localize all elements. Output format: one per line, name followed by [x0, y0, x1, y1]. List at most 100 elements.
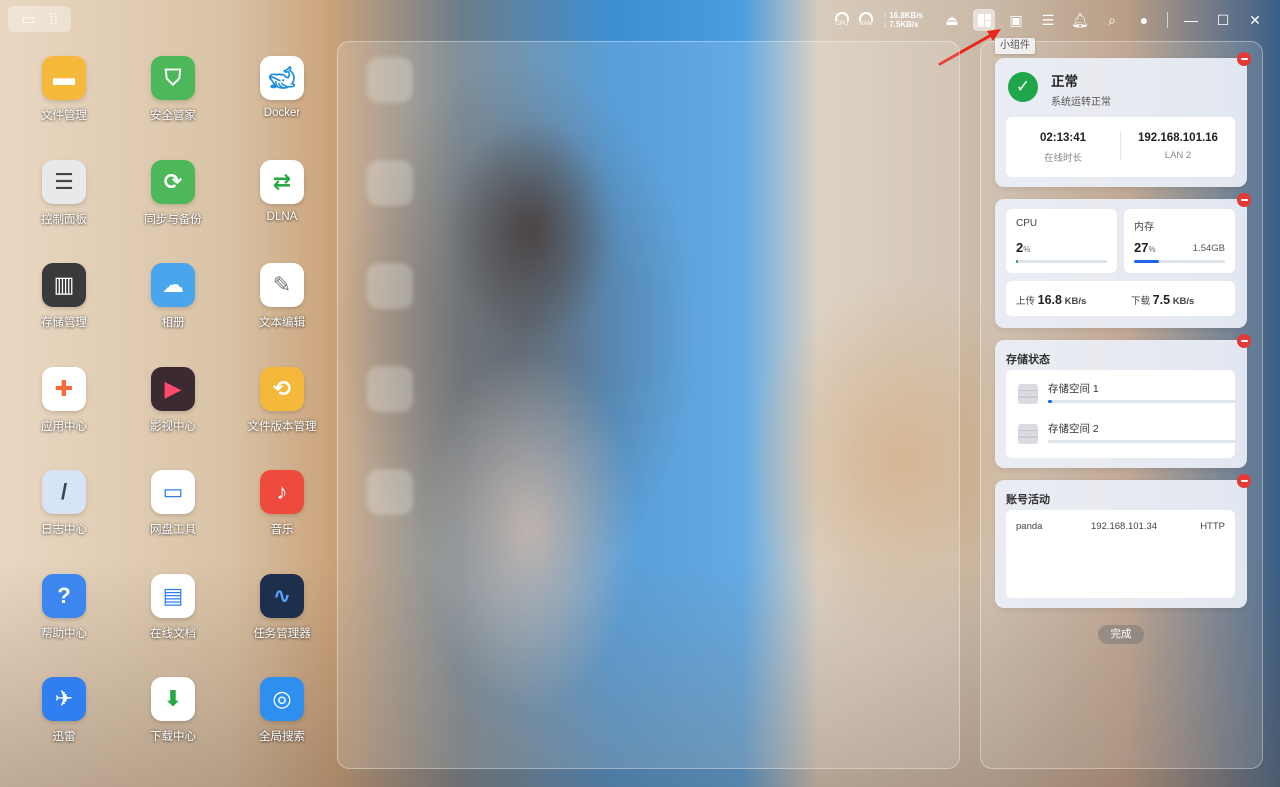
app-version[interactable]: ⟲ 文件版本管理	[232, 366, 332, 457]
cpu-tile: CPU 2%	[1006, 209, 1117, 273]
ram-gauge[interactable]: RAM	[858, 12, 873, 28]
app-document[interactable]: ▤ 在线文档	[123, 573, 223, 664]
document-icon: ▤	[151, 573, 195, 618]
app-label: 文件管理	[41, 110, 87, 122]
memory-used: 1.54GB	[1192, 243, 1225, 254]
app-sync[interactable]: ⟳ 同步与备份	[123, 159, 223, 250]
account-activity-title: 账号活动	[1006, 494, 1050, 506]
app-music[interactable]: ♪ 音乐	[232, 470, 332, 560]
app-help[interactable]: ? 帮助中心	[14, 573, 114, 664]
app-search-app[interactable]: ◎ 全局搜索	[232, 677, 332, 767]
cpu-percent: 2%	[1016, 240, 1031, 255]
storage-pool-row[interactable]: 存储空间 1	[1016, 380, 1236, 412]
bell-icon[interactable]: 🔔︎	[1069, 9, 1091, 31]
remove-widget-button[interactable]	[1237, 52, 1251, 66]
app-task-manager[interactable]: ∿ 任务管理器	[232, 573, 332, 664]
grid-icon[interactable]: ⁞⁞	[50, 12, 58, 27]
app-cloud-drive[interactable]: ▭ 网盘工具	[123, 470, 223, 560]
remove-widget-button[interactable]	[1237, 193, 1251, 207]
photo-icon: ☁	[151, 263, 195, 307]
app-sliders[interactable]: ☰ 控制面板	[14, 159, 114, 250]
widget-drop-area	[337, 41, 960, 769]
app-video[interactable]: ▶ 影视中心	[123, 366, 223, 457]
storage-list: 存储空间 1 存储空间 2	[1006, 370, 1236, 458]
resource-widget[interactable]: CPU 2% 内存 27% 1.54GB 上传 16.8 KB/s 下载 7.5…	[995, 193, 1251, 328]
app-label: 在线文档	[150, 627, 196, 640]
storage-pool-name: 存储空间 2	[1048, 423, 1099, 435]
remove-widget-button[interactable]	[1237, 334, 1251, 348]
network-tile: 上传 16.8 KB/s 下载 7.5 KB/s	[1006, 281, 1235, 316]
account-ip: 192.168.101.34	[1091, 521, 1158, 532]
storage-widget[interactable]: 存储状态 存储空间 1 存储空间 2	[995, 334, 1251, 468]
done-button[interactable]: 完成	[1098, 625, 1144, 644]
logs-icon: /	[42, 470, 86, 514]
widget-icon	[977, 13, 991, 27]
account-activity-list: panda 192.168.101.34 HTTP	[1006, 510, 1235, 598]
text-editor-icon: ✎	[260, 263, 304, 307]
monitor-icon[interactable]: ▣	[1005, 9, 1027, 31]
video-icon: ▶	[151, 366, 195, 411]
user-icon[interactable]: ●	[1133, 9, 1155, 31]
storage-pool-row[interactable]: 存储空间 2	[1016, 420, 1236, 452]
help-icon: ?	[42, 573, 86, 618]
app-label: 应用中心	[41, 420, 87, 433]
app-label: 日志中心	[41, 524, 87, 536]
status-subtitle: 系统运转正常	[1051, 97, 1111, 108]
storage-pool-name: 存储空间 1	[1048, 383, 1099, 395]
app-thunder[interactable]: ✈ 迅雷	[14, 677, 114, 767]
ghost-app-icon	[367, 366, 413, 412]
app-app-center[interactable]: ✚ 应用中心	[14, 366, 114, 457]
app-storage[interactable]: ▥ 存储管理	[14, 263, 114, 353]
version-icon: ⟲	[260, 366, 304, 411]
status-widget[interactable]: ✓ 正常 系统运转正常 02:13:41 在线时长 192.168.101.16…	[995, 52, 1251, 187]
app-label: DLNA	[266, 210, 298, 223]
download-rate: 下载 7.5 KB/s	[1131, 293, 1195, 307]
ip-value: 192.168.101.16	[1138, 132, 1218, 144]
docker-icon: 🐋︎	[260, 56, 304, 100]
cloud-drive-icon: ▭	[151, 470, 195, 514]
search-app-icon: ◎	[260, 677, 304, 721]
sync-icon: ⟳	[151, 159, 195, 204]
app-label: 文件版本管理	[247, 420, 317, 433]
folder-icon: ▬	[42, 56, 86, 100]
remove-widget-button[interactable]	[1237, 474, 1251, 488]
memory-label: 内存	[1134, 222, 1154, 233]
maximize-icon[interactable]: ☐	[1212, 9, 1234, 31]
desktop-icon[interactable]: ▭	[21, 12, 35, 27]
app-docker[interactable]: 🐋︎ Docker	[232, 56, 332, 146]
account-user: panda	[1016, 521, 1043, 532]
ghost-app-icon	[367, 160, 413, 206]
app-label: 网盘工具	[150, 524, 196, 536]
app-dlna[interactable]: ⇄ DLNA	[232, 159, 332, 250]
app-shield[interactable]: ⛉ 安全管家	[123, 56, 223, 146]
app-photo[interactable]: ☁ 相册	[123, 263, 223, 353]
account-activity-widget[interactable]: 账号活动 panda 192.168.101.34 HTTP	[995, 474, 1251, 608]
ghost-app-icon	[367, 469, 413, 515]
top-left-toolbar: ▭ ⁞⁞	[8, 6, 71, 32]
cpu-gauge[interactable]: CPU	[834, 12, 849, 28]
sliders-icon: ☰	[42, 159, 86, 204]
app-center-icon: ✚	[42, 366, 86, 411]
search-icon[interactable]: ⌕	[1101, 9, 1123, 31]
app-label: 安全管家	[150, 110, 196, 122]
app-download[interactable]: ⬇ 下载中心	[123, 677, 223, 767]
app-folder[interactable]: ▬ 文件管理	[14, 56, 114, 146]
memory-bar	[1134, 260, 1225, 263]
app-label: 音乐	[270, 524, 294, 536]
task-list-icon[interactable]: ☰	[1037, 9, 1059, 31]
ghost-app-icon	[367, 263, 413, 309]
app-label: 存储管理	[41, 317, 87, 329]
uptime-value: 02:13:41	[1039, 132, 1087, 144]
app-label: 全局搜索	[259, 731, 305, 743]
net-rate-readout[interactable]: ↑ 16.8KB/s ↓ 7.5KB/s	[883, 11, 923, 29]
account-protocol: HTTP	[1200, 521, 1225, 532]
app-label: 帮助中心	[41, 627, 87, 640]
disk-icon	[1018, 424, 1038, 444]
memory-percent: 27%	[1134, 240, 1156, 255]
shield-icon: ⛉	[151, 56, 195, 100]
minimize-icon[interactable]: —	[1180, 9, 1202, 31]
app-logs[interactable]: / 日志中心	[14, 470, 114, 560]
close-icon[interactable]: ✕	[1244, 9, 1266, 31]
app-label: Docker	[263, 107, 301, 119]
app-text-editor[interactable]: ✎ 文本编辑	[232, 263, 332, 353]
